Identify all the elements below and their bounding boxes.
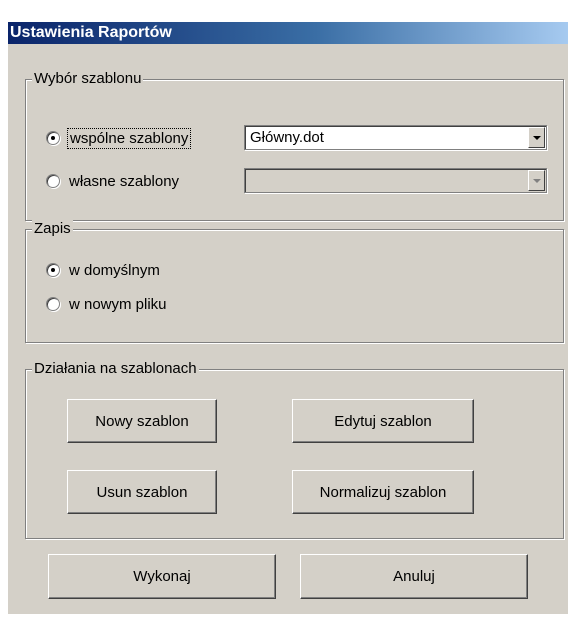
normalize-template-button[interactable]: Normalizuj szablon xyxy=(292,470,474,514)
cancel-button[interactable]: Anuluj xyxy=(300,554,528,599)
window-title: Ustawienia Raportów xyxy=(10,24,172,41)
own-templates-combo xyxy=(244,168,547,193)
radio-button-icon[interactable] xyxy=(46,263,60,277)
template-selection-legend: Wybór szablonu xyxy=(32,70,144,88)
new-template-button[interactable]: Nowy szablon xyxy=(67,399,217,443)
save-new-file-radio[interactable]: w nowym pliku xyxy=(46,294,167,314)
save-group: Zapis w domyślnym w nowym pliku xyxy=(25,220,564,343)
execute-button[interactable]: Wykonaj xyxy=(48,554,276,599)
shared-templates-radio[interactable]: wspólne szablony xyxy=(46,127,192,149)
delete-template-button[interactable]: Usun szablon xyxy=(67,470,217,514)
combo-dropdown-button[interactable] xyxy=(528,127,545,148)
own-templates-label: własne szablony xyxy=(69,172,180,190)
radio-button-icon[interactable] xyxy=(46,174,60,188)
save-default-radio[interactable]: w domyślnym xyxy=(46,260,160,280)
title-bar[interactable]: Ustawienia Raportów xyxy=(8,22,568,44)
chevron-down-icon xyxy=(532,135,541,140)
radio-button-icon[interactable] xyxy=(46,297,60,311)
template-actions-legend: Działania na szablonach xyxy=(32,360,199,378)
shared-templates-label: wspólne szablony xyxy=(66,127,192,149)
template-selection-group: Wybór szablonu wspólne szablony Główny.d… xyxy=(25,70,564,221)
shared-templates-value: Główny.dot xyxy=(250,129,324,146)
report-settings-window: Ustawienia Raportów Wybór szablonu wspól… xyxy=(8,22,568,614)
combo-dropdown-button xyxy=(528,170,545,191)
save-legend: Zapis xyxy=(32,220,73,238)
radio-button-icon[interactable] xyxy=(46,131,60,145)
edit-template-button[interactable]: Edytuj szablon xyxy=(292,399,474,443)
own-templates-radio[interactable]: własne szablony xyxy=(46,171,179,191)
template-actions-group: Działania na szablonach Nowy szablon Edy… xyxy=(25,360,564,539)
save-default-label: w domyślnym xyxy=(69,261,160,279)
save-new-file-label: w nowym pliku xyxy=(69,295,167,313)
chevron-down-icon xyxy=(532,178,541,183)
shared-templates-combo[interactable]: Główny.dot xyxy=(244,125,547,150)
